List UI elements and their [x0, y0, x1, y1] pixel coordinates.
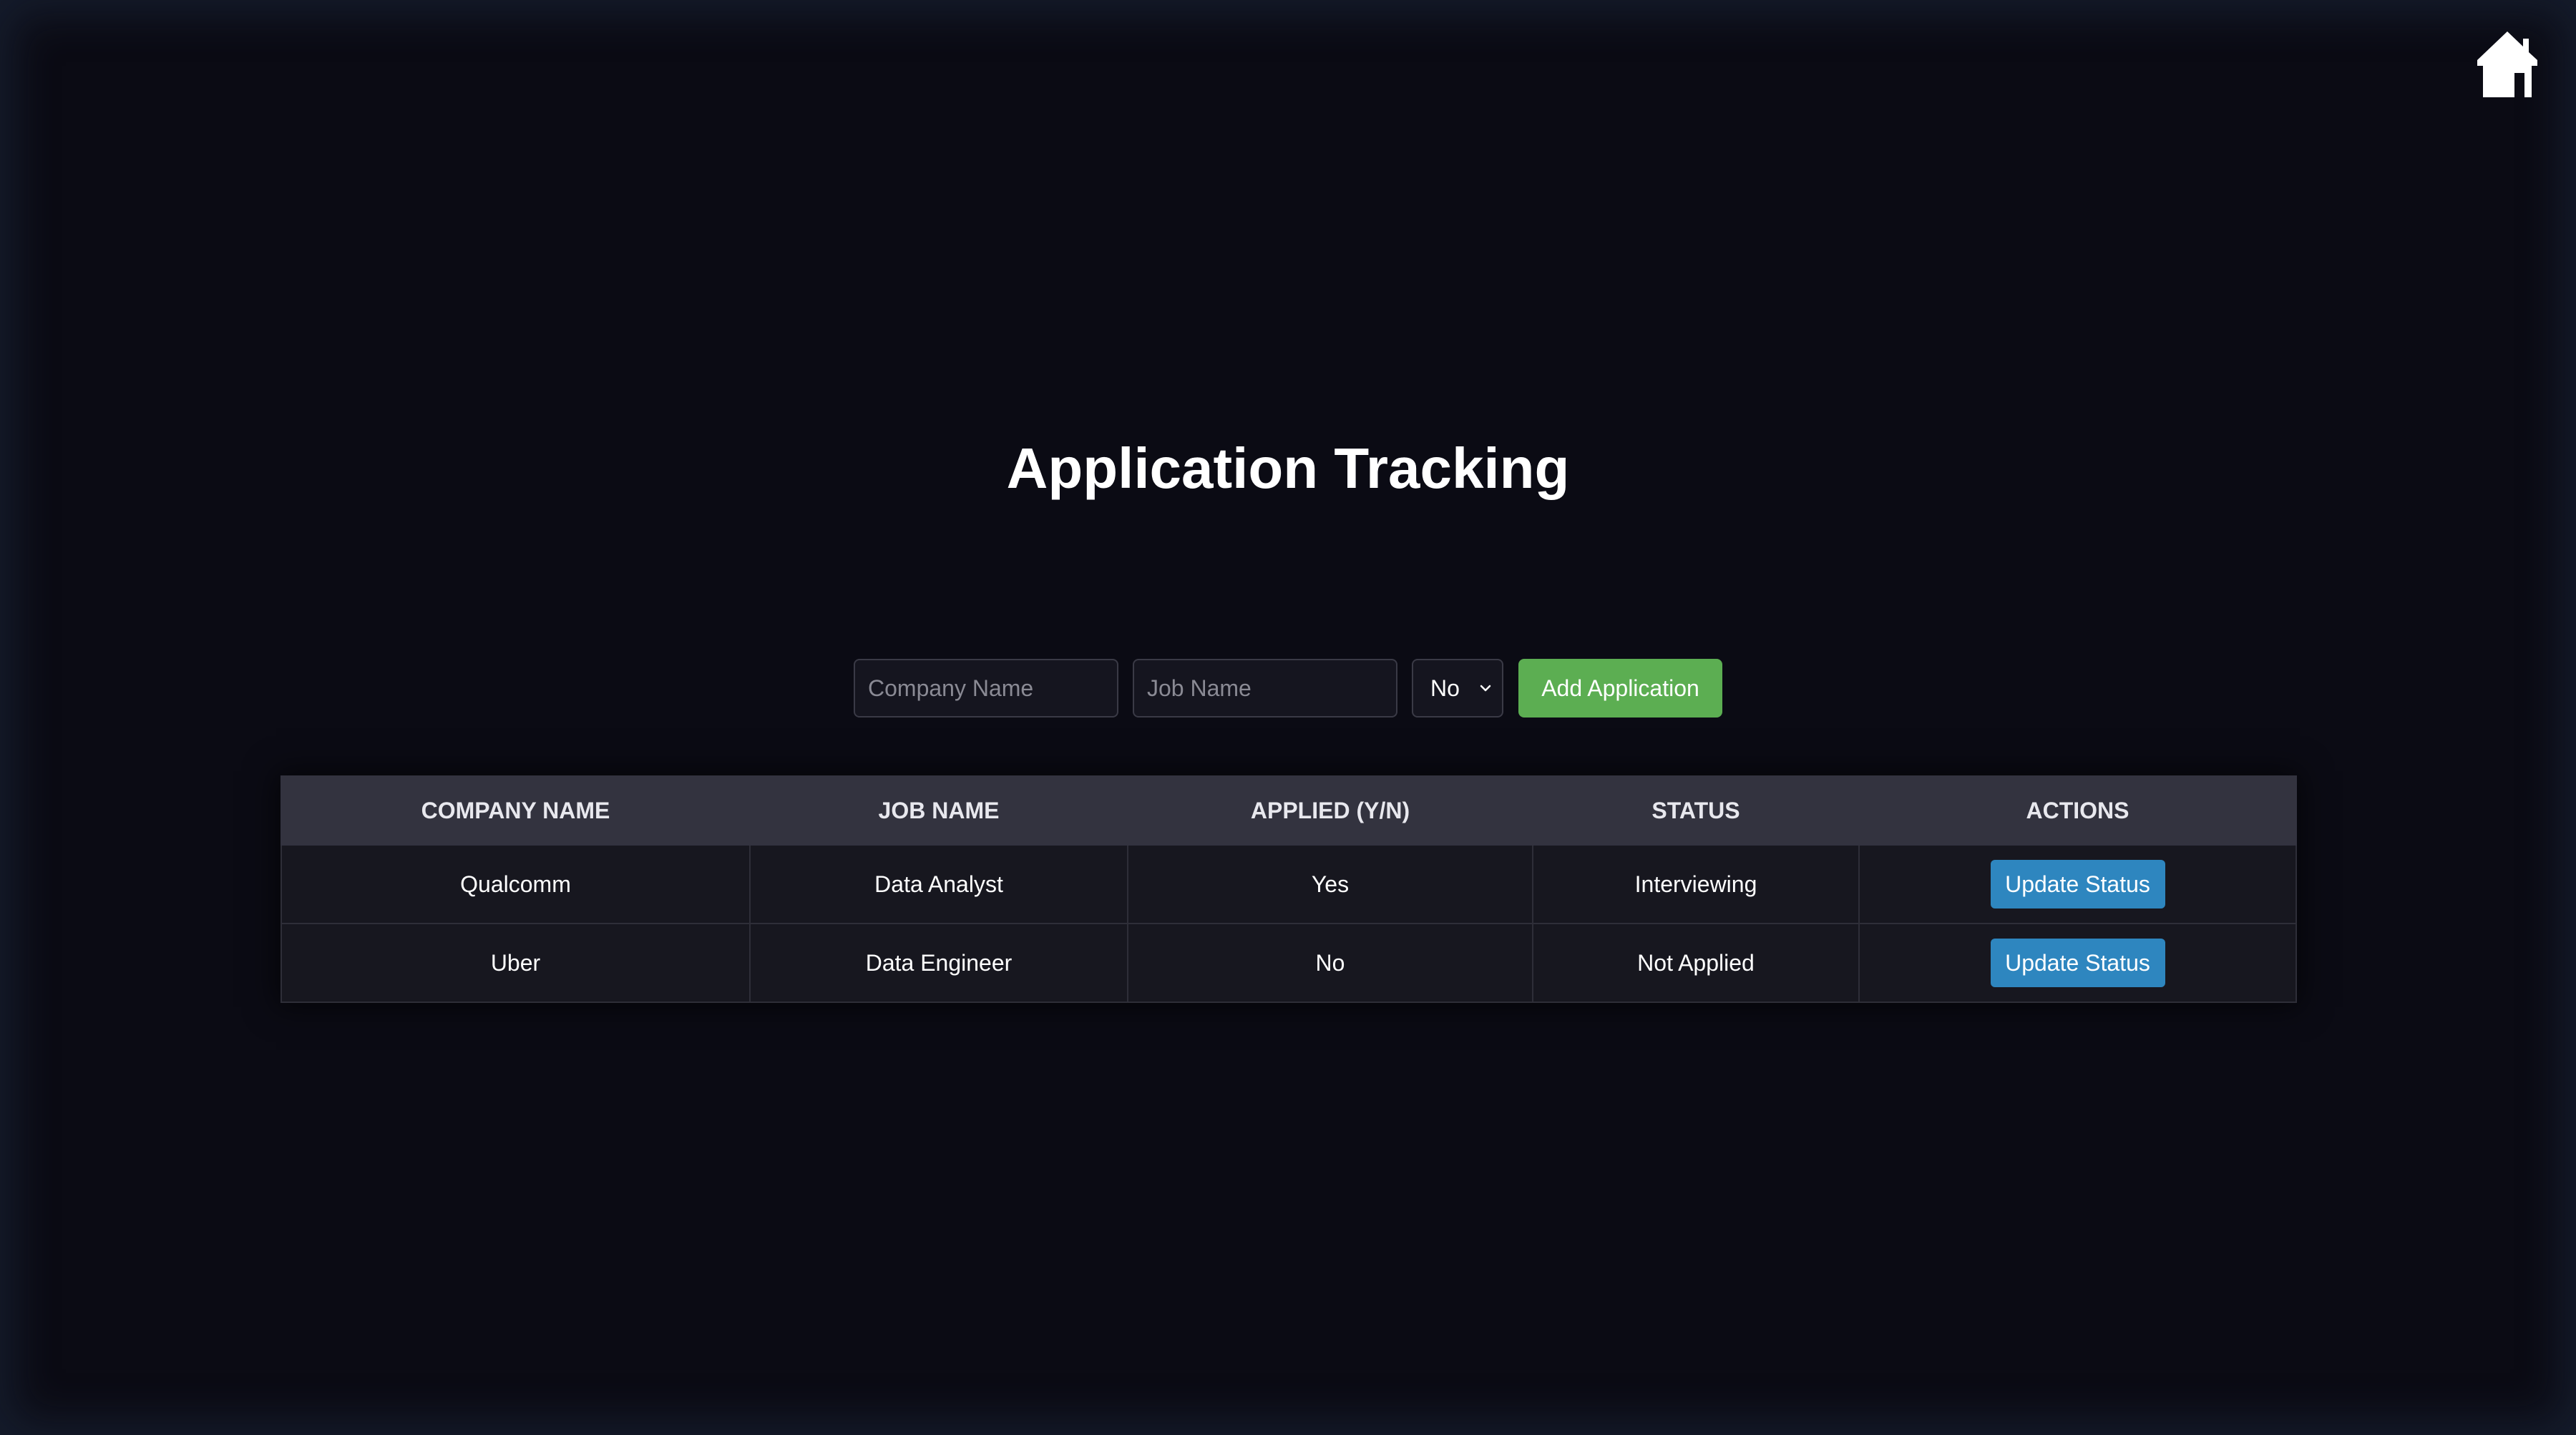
column-header-actions: ACTIONS — [1858, 775, 2297, 846]
cell-job: Data Engineer — [749, 923, 1128, 1003]
update-status-button[interactable]: Update Status — [1990, 939, 2165, 987]
column-header-job: JOB NAME — [749, 775, 1128, 846]
column-header-company: COMPANY NAME — [280, 775, 751, 846]
update-status-button[interactable]: Update Status — [1990, 860, 2165, 908]
job-name-input[interactable] — [1133, 659, 1397, 718]
cell-applied: Yes — [1127, 844, 1533, 924]
table-header-row: COMPANY NAME JOB NAME APPLIED (Y/N) STAT… — [280, 775, 2297, 846]
applied-select[interactable]: No — [1412, 659, 1503, 718]
applications-table: COMPANY NAME JOB NAME APPLIED (Y/N) STAT… — [280, 775, 2297, 1003]
cell-status: Not Applied — [1532, 923, 1860, 1003]
cell-status: Interviewing — [1532, 844, 1860, 924]
table-row: Uber Data Engineer No Not Applied Update… — [280, 923, 2297, 1003]
app-page: Application Tracking No Add Application … — [0, 0, 2576, 1435]
chevron-down-icon — [1480, 685, 1491, 692]
cell-job: Data Analyst — [749, 844, 1128, 924]
cell-actions: Update Status — [1858, 923, 2297, 1003]
page-title: Application Tracking — [1006, 436, 1570, 500]
column-header-status: STATUS — [1532, 775, 1860, 846]
table-row: Qualcomm Data Analyst Yes Interviewing U… — [280, 844, 2297, 924]
cell-company: Qualcomm — [280, 844, 751, 924]
column-header-applied: APPLIED (Y/N) — [1127, 775, 1533, 846]
company-name-input[interactable] — [854, 659, 1118, 718]
add-application-button[interactable]: Add Application — [1518, 659, 1722, 718]
cell-applied: No — [1127, 923, 1533, 1003]
cell-company: Uber — [280, 923, 751, 1003]
applied-select-value: No — [1430, 675, 1460, 701]
home-icon — [2477, 31, 2537, 97]
cell-actions: Update Status — [1858, 844, 2297, 924]
home-button[interactable] — [2473, 29, 2542, 100]
